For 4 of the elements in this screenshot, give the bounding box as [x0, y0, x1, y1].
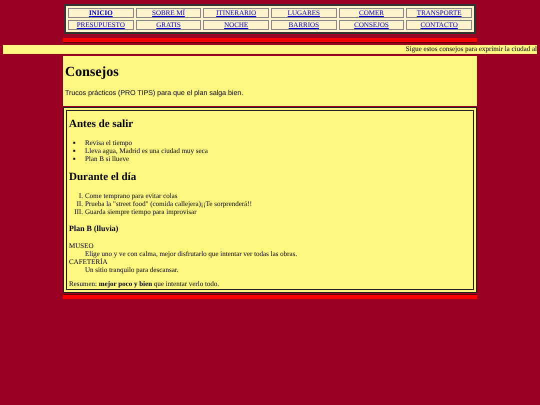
section-heading: Durante el día — [69, 172, 138, 183]
section-heading: Antes de salir — [69, 119, 134, 130]
section-heading: Plan B (lluvia) — [69, 225, 120, 233]
page-title: Consejos — [65, 66, 120, 80]
